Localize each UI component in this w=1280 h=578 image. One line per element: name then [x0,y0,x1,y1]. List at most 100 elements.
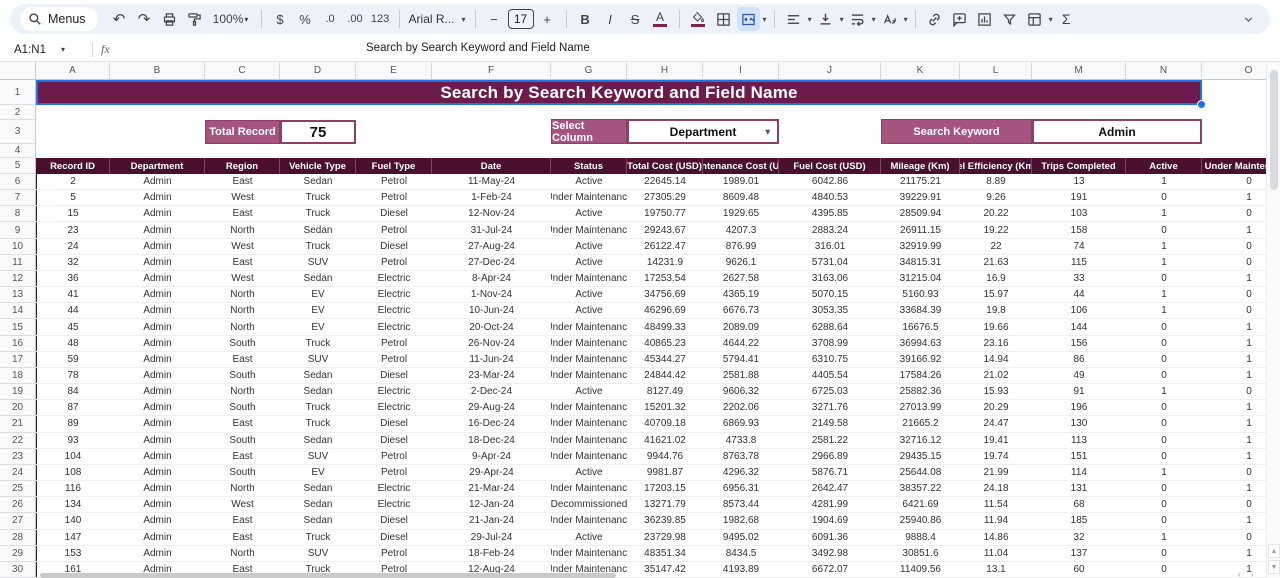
strikethrough-button[interactable]: S [624,7,647,31]
table-cell[interactable]: 60 [1032,562,1126,578]
table-cell[interactable]: 21175.21 [881,174,960,190]
table-cell[interactable]: Electric [356,481,432,497]
table-cell[interactable]: Admin [110,239,205,255]
table-cell[interactable]: Sedan [280,222,356,238]
table-cell[interactable]: North [205,481,280,497]
table-cell[interactable]: 74 [1032,239,1126,255]
table-cell[interactable]: Sedan [280,271,356,287]
table-cell[interactable]: Admin [110,255,205,271]
table-cell[interactable]: Petrol [356,255,432,271]
table-cell[interactable]: 6725.03 [779,384,881,400]
table-cell[interactable]: 6869.93 [703,416,779,432]
table-cell[interactable]: Truck [280,400,356,416]
table-cell[interactable]: 32 [36,255,110,271]
table-cell[interactable]: Truck [280,336,356,352]
table-cell[interactable]: 1989.01 [703,174,779,190]
table-cell[interactable]: 19.74 [960,449,1032,465]
table-cell[interactable]: 12-Nov-24 [432,206,551,222]
table-cell[interactable]: Admin [110,287,205,303]
table-cell[interactable]: 0 [1126,513,1202,529]
table-cell[interactable]: 0 [1126,336,1202,352]
column-header-H[interactable]: H [627,62,703,80]
table-cell[interactable]: West [205,497,280,513]
table-cell[interactable]: Sedan [280,368,356,384]
table-cell[interactable]: 18-Feb-24 [432,546,551,562]
table-cell[interactable]: 1 [1126,174,1202,190]
bold-button[interactable]: B [574,7,597,31]
table-cell[interactable]: 11.04 [960,546,1032,562]
table-cell[interactable]: Under Maintenance [551,513,627,529]
table-cell[interactable]: 0 [1126,433,1202,449]
table-cell[interactable]: Admin [110,368,205,384]
row-header-5[interactable]: 5 [0,158,36,174]
table-cell[interactable]: 6672.07 [779,562,881,578]
table-cell[interactable]: 19.66 [960,319,1032,335]
table-cell[interactable]: 19.8 [960,303,1032,319]
table-cell[interactable]: Admin [110,384,205,400]
table-cell[interactable]: 8763.78 [703,449,779,465]
table-cell[interactable]: 59 [36,352,110,368]
table-cell[interactable]: 87 [36,400,110,416]
table-cell[interactable]: 8573.44 [703,497,779,513]
table-cell[interactable]: EV [280,303,356,319]
column-header-F[interactable]: F [432,62,551,80]
table-cell[interactable]: 13271.79 [627,497,703,513]
table-cell[interactable]: 11-Jun-24 [432,352,551,368]
table-cell[interactable]: 3708.99 [779,336,881,352]
table-cell[interactable]: East [205,416,280,432]
table-cell[interactable]: 27-Aug-24 [432,239,551,255]
table-cell[interactable]: 1 [1126,465,1202,481]
caret-down-icon[interactable]: ▾ [840,15,844,24]
table-cell[interactable]: 130 [1032,416,1126,432]
table-cell[interactable]: 26-Nov-24 [432,336,551,352]
table-cell[interactable]: 6288.64 [779,319,881,335]
table-cell[interactable]: East [205,174,280,190]
table-cell[interactable]: 9944.76 [627,449,703,465]
table-cell[interactable]: Electric [356,319,432,335]
table-cell[interactable]: 19.22 [960,222,1032,238]
table-cell[interactable]: 24844.42 [627,368,703,384]
table-cell[interactable]: Sedan [280,384,356,400]
table-cell[interactable]: Admin [110,465,205,481]
table-cell[interactable]: 0 [1126,497,1202,513]
table-cell[interactable]: Under Maintenance [551,400,627,416]
table-cell[interactable]: EV [280,465,356,481]
table-cell[interactable]: 48 [36,336,110,352]
text-wrap-button[interactable] [846,7,869,31]
row-header-4[interactable]: 4 [0,144,36,158]
table-cell[interactable]: 36 [36,271,110,287]
column-header-B[interactable]: B [110,62,205,80]
table-cell[interactable]: 27305.29 [627,190,703,206]
table-cell[interactable]: 1 [1126,255,1202,271]
table-cell[interactable]: North [205,287,280,303]
table-cell[interactable]: East [205,206,280,222]
merge-cells-caret-icon[interactable]: ▾ [763,15,767,24]
table-cell[interactable]: Diesel [356,239,432,255]
table-cell[interactable]: 25644.08 [881,465,960,481]
table-cell[interactable]: 21.99 [960,465,1032,481]
table-cell[interactable]: Admin [110,449,205,465]
table-header-cell[interactable]: Total Cost (USD) [627,158,703,174]
column-header-J[interactable]: J [779,62,881,80]
table-cell[interactable]: 24.18 [960,481,1032,497]
table-cell[interactable]: 316.01 [779,239,881,255]
table-cell[interactable]: 2581.22 [779,433,881,449]
table-cell[interactable]: Active [551,239,627,255]
table-cell[interactable]: 28509.94 [881,206,960,222]
table-cell[interactable]: 22645.14 [627,174,703,190]
increase-font-size-button[interactable]: + [536,7,559,31]
table-cell[interactable]: 8609.48 [703,190,779,206]
table-cell[interactable]: 1 [1126,530,1202,546]
table-cell[interactable]: 1-Nov-24 [432,287,551,303]
table-cell[interactable]: EV [280,319,356,335]
column-header-A[interactable]: A [36,62,110,80]
table-cell[interactable]: 16-Dec-24 [432,416,551,432]
table-cell[interactable]: 11409.56 [881,562,960,578]
table-cell[interactable]: 153 [36,546,110,562]
table-cell[interactable]: Diesel [356,416,432,432]
table-cell[interactable]: 1 [1126,206,1202,222]
table-cell[interactable]: Petrol [356,174,432,190]
table-cell[interactable]: 38357.22 [881,481,960,497]
table-cell[interactable]: Under Maintenance [551,352,627,368]
table-cell[interactable]: East [205,352,280,368]
